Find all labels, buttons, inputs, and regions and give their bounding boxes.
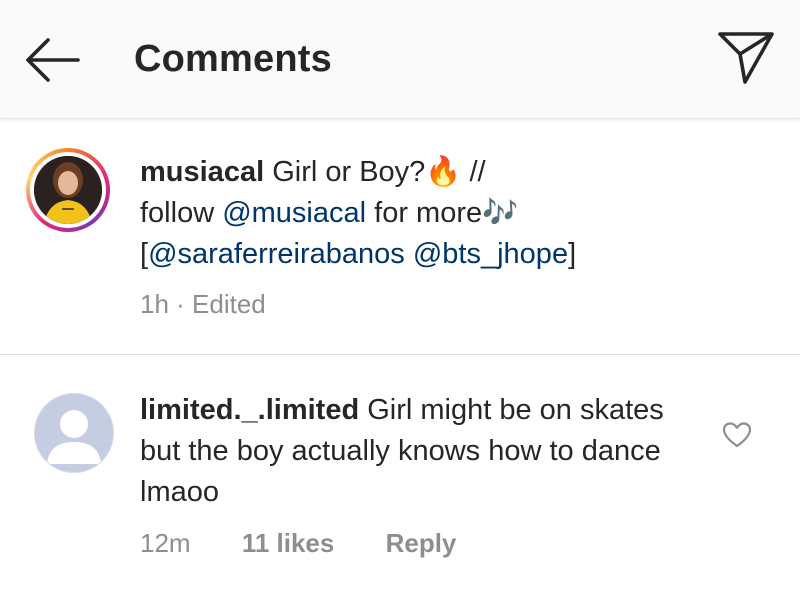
default-avatar-icon bbox=[35, 394, 113, 472]
reply-button[interactable]: Reply bbox=[386, 528, 457, 559]
page-title: Comments bbox=[134, 38, 332, 80]
comment-actions: 12m 11 likes Reply bbox=[140, 528, 456, 559]
mention-link[interactable]: @saraferreirabanos bbox=[148, 238, 405, 270]
caption-text: musiacal Girl or Boy?🔥 // follow @musiac… bbox=[140, 156, 577, 270]
caption-username[interactable]: musiacal bbox=[140, 156, 264, 188]
comment-item: limited._.limited Girl might be on skate… bbox=[0, 355, 800, 600]
fire-emoji: 🔥 bbox=[425, 156, 462, 188]
back-button[interactable] bbox=[22, 34, 82, 86]
likes-count[interactable]: 11 likes bbox=[242, 528, 335, 559]
music-emoji: 🎶 bbox=[482, 197, 519, 229]
like-button[interactable] bbox=[722, 421, 752, 449]
profile-photo bbox=[34, 156, 102, 224]
heart-outline-icon bbox=[722, 422, 752, 448]
edited-label: Edited bbox=[192, 289, 266, 319]
caption-avatar[interactable] bbox=[26, 148, 110, 232]
paper-plane-icon bbox=[718, 32, 774, 84]
caption-timestamp: 1h bbox=[140, 289, 169, 319]
comment-avatar[interactable] bbox=[34, 393, 114, 473]
comment-text: limited._.limited Girl might be on skate… bbox=[140, 390, 700, 513]
share-button[interactable] bbox=[716, 26, 776, 86]
arrow-left-icon bbox=[26, 38, 80, 82]
mention-link[interactable]: @musiacal bbox=[222, 197, 366, 229]
post-caption: musiacal Girl or Boy?🔥 // follow @musiac… bbox=[0, 119, 800, 355]
mention-link[interactable]: @bts_jhope bbox=[413, 238, 568, 270]
comments-header: Comments bbox=[0, 0, 800, 119]
comment-timestamp: 12m bbox=[140, 528, 191, 558]
caption-meta: 1h · Edited bbox=[140, 289, 266, 319]
comment-username[interactable]: limited._.limited bbox=[140, 394, 359, 426]
